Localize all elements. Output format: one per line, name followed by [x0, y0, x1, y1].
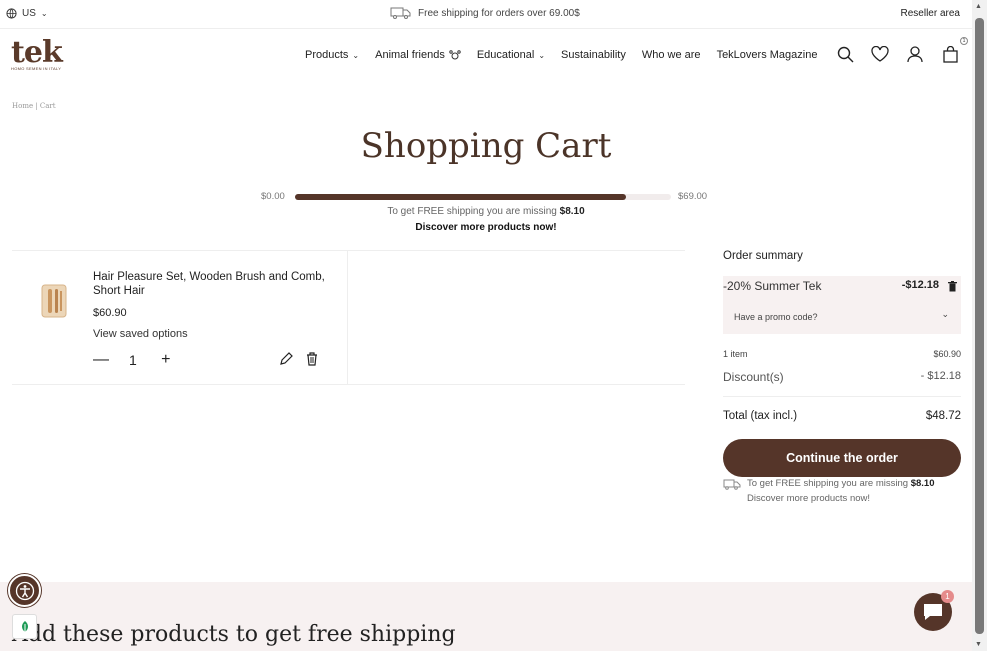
chat-bubble-icon: [924, 604, 942, 620]
summary-discover-link[interactable]: Discover more products now!: [747, 493, 870, 504]
reseller-link[interactable]: Reseller area: [901, 8, 960, 19]
applied-promo-name: -20% Summer Tek: [723, 279, 822, 293]
view-saved-options-link[interactable]: View saved options: [93, 328, 188, 340]
paw-icon: [449, 50, 461, 60]
total-row: Total (tax incl.) $48.72: [723, 410, 961, 422]
top-bar: US ⌄ Free shipping for orders over 69.00…: [0, 0, 972, 29]
recommendations-heading: Add these products to get free shipping: [12, 622, 456, 647]
chevron-down-icon: ⌄: [352, 50, 360, 60]
scroll-up-arrow-icon[interactable]: ▲: [975, 3, 982, 10]
discount-label: Discount(s): [723, 370, 784, 384]
item-actions: [279, 352, 318, 366]
nav-label: Products: [305, 49, 349, 61]
chevron-down-icon: ⌄: [538, 50, 546, 60]
locale-selector[interactable]: US ⌄: [6, 8, 48, 19]
continue-order-button[interactable]: Continue the order: [723, 439, 961, 477]
nav-label: TekLovers Magazine: [716, 49, 818, 61]
nav-item-teklovers-magazine[interactable]: TekLovers Magazine: [717, 49, 818, 61]
nav-label: Educational: [476, 49, 535, 61]
site-header: tek HOMO SEMEN IN ITALY Products ⌄ Animal…: [0, 30, 972, 82]
summary-missing-amount: $8.10: [910, 478, 935, 489]
increase-quantity-button[interactable]: +: [159, 351, 173, 369]
heart-icon[interactable]: [871, 45, 889, 63]
discount-row: Discount(s) - $12.18: [723, 370, 961, 384]
decrease-quantity-button[interactable]: —: [93, 351, 109, 369]
product-name[interactable]: Hair Pleasure Set, Wooden Brush and Comb…: [93, 270, 333, 298]
chevron-down-icon: ⌄: [40, 9, 48, 18]
nav-item-animal-friends[interactable]: Animal friends: [375, 49, 461, 61]
accessibility-icon[interactable]: [8, 574, 41, 607]
cart-items: Hair Pleasure Set, Wooden Brush and Comb…: [12, 250, 685, 385]
nav-item-products[interactable]: Products ⌄: [305, 49, 359, 61]
user-icon[interactable]: [906, 45, 924, 63]
progress-fill: [295, 194, 626, 200]
truck-icon: [390, 7, 411, 19]
missing-amount: $8.10: [559, 206, 585, 217]
quantity-stepper: — 1 +: [93, 351, 173, 369]
cart-item: Hair Pleasure Set, Wooden Brush and Comb…: [12, 251, 348, 384]
search-icon[interactable]: [836, 45, 854, 63]
nav-item-sustainability[interactable]: Sustainability: [561, 49, 626, 61]
page-title: Shopping Cart: [360, 126, 612, 166]
globe-icon: [6, 8, 17, 19]
nav-label: Who we are: [641, 49, 701, 61]
items-subtotal-row: 1 item $60.90: [723, 349, 961, 359]
nav-item-who-we-are[interactable]: Who we are: [642, 49, 701, 61]
cart-count-badge: 1: [960, 37, 968, 45]
order-summary: Order summary -20% Summer Tek -$12.18 Ha…: [723, 250, 961, 504]
logo[interactable]: tek HOMO SEMEN IN ITALY: [11, 35, 63, 72]
divider: [723, 396, 961, 397]
breadcrumb[interactable]: Home | Cart: [12, 102, 56, 110]
cart-bag-icon[interactable]: 1: [941, 37, 968, 63]
leaf-badge-icon[interactable]: [12, 614, 37, 639]
order-summary-title: Order summary: [723, 250, 803, 262]
logo-tagline: HOMO SEMEN IN ITALY: [11, 66, 62, 71]
discover-products-link[interactable]: Discover more products now!: [0, 222, 972, 233]
trash-icon[interactable]: [948, 281, 957, 292]
trash-icon[interactable]: [306, 352, 318, 366]
items-count-label: 1 item: [723, 349, 748, 359]
logo-wordmark: tek: [11, 35, 63, 70]
chevron-down-icon[interactable]: ⌄: [941, 309, 949, 320]
edit-pencil-icon[interactable]: [279, 352, 293, 366]
promo-section: -20% Summer Tek -$12.18 Have a promo cod…: [723, 276, 961, 334]
product-price: $60.90: [93, 307, 127, 319]
nav-label: Animal friends: [375, 49, 445, 61]
scroll-down-arrow-icon[interactable]: ▼: [975, 641, 982, 648]
main-nav: Products ⌄ Animal friends Educational ⌄ Su…: [305, 49, 817, 61]
recommendations-section: Add these products to get free shipping: [0, 582, 972, 651]
items-subtotal-value: $60.90: [933, 349, 961, 359]
chat-badge: 1: [941, 590, 954, 603]
shipping-notice: Free shipping for orders over 69.00$: [390, 7, 580, 19]
free-shipping-message: To get FREE shipping you are missing $8.…: [0, 206, 972, 217]
total-label: Total (tax incl.): [723, 410, 798, 422]
promo-code-toggle[interactable]: Have a promo code?: [734, 312, 818, 322]
free-shipping-message-text: To get FREE shipping you are missing: [387, 206, 557, 217]
product-thumbnail[interactable]: [40, 283, 68, 319]
free-shipping-progress-bar: [295, 194, 671, 200]
progress-max-label: $69.00: [678, 191, 708, 202]
nav-label: Sustainability: [561, 49, 626, 61]
progress-min-label: $0.00: [261, 191, 285, 202]
applied-promo-amount: -$12.18: [901, 279, 939, 291]
shipping-notice-text: Free shipping for orders over 69.00$: [418, 7, 580, 19]
header-icons: 1: [836, 37, 968, 63]
summary-shipping-text: To get FREE shipping you are missing: [747, 478, 909, 489]
quantity-value[interactable]: 1: [129, 352, 137, 368]
discount-value: - $12.18: [920, 370, 961, 382]
nav-item-educational[interactable]: Educational ⌄: [477, 49, 545, 61]
total-value: $48.72: [925, 410, 961, 422]
truck-icon: [723, 479, 741, 490]
locale-label: US: [22, 8, 36, 19]
scrollbar-thumb[interactable]: [975, 18, 984, 634]
page-scrollbar[interactable]: ▲ ▼: [972, 0, 987, 651]
